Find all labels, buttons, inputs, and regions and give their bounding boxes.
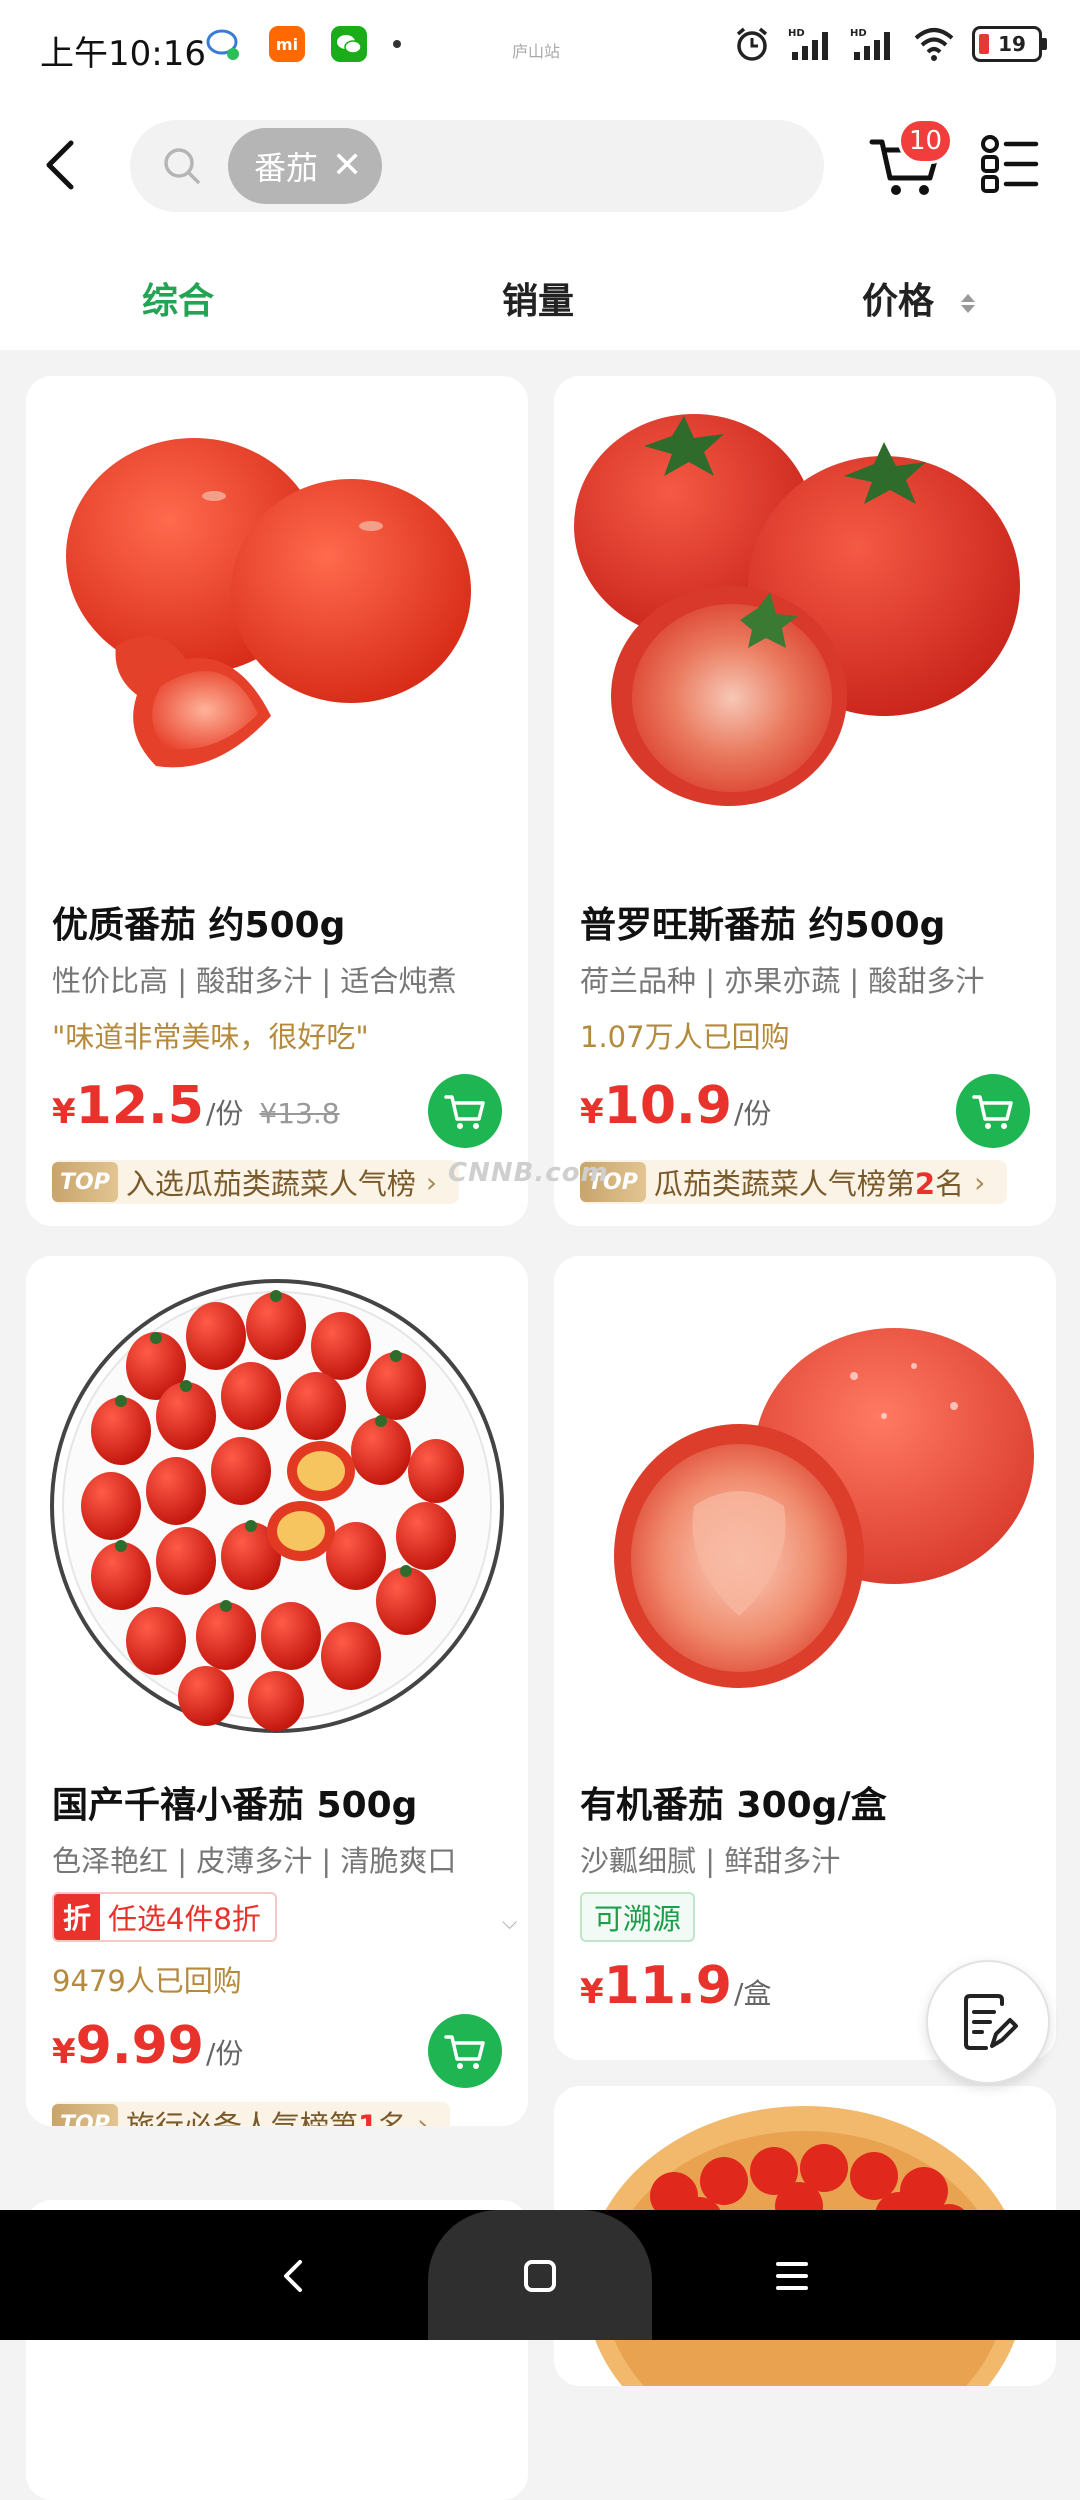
currency-symbol: ¥	[580, 1092, 604, 1132]
battery-indicator: 19	[972, 26, 1047, 62]
back-button[interactable]	[30, 130, 90, 200]
discount-badge: 折	[54, 1894, 100, 1940]
product-title: 国产千禧小番茄 500g	[52, 1785, 418, 1826]
product-card[interactable]: 优质番茄 约500g 性价比高 | 酸甜多汁 | 适合炖煮 "味道非常美味，很好…	[26, 376, 528, 1226]
top-badge: TOP	[52, 1162, 118, 1202]
price-unit: /份	[733, 1097, 772, 1130]
sort-tabs: 综合 销量 价格	[0, 250, 1080, 350]
station-label: 庐山站	[512, 42, 561, 61]
alarm-icon	[736, 27, 768, 61]
system-icons: HD HD 19	[732, 24, 1047, 64]
product-title: 优质番茄 约500g	[52, 905, 346, 946]
price-row: ¥ 11.9 /盒	[580, 1956, 771, 2016]
tab-price-label: 价格	[862, 281, 935, 322]
tab-sales[interactable]: 销量	[502, 272, 574, 324]
price-row: ¥ 9.99 /份	[52, 2016, 243, 2076]
product-price: 10.9	[603, 1076, 732, 1136]
product-image	[614, 1328, 1034, 1688]
currency-symbol: ¥	[580, 1972, 604, 2012]
repurchase-count: 9479人已回购	[52, 1964, 242, 1998]
price-unit: /盒	[733, 1977, 772, 2010]
product-tags: 性价比高 | 酸甜多汁 | 适合炖煮	[52, 964, 457, 998]
cart-icon	[444, 2035, 485, 2069]
price-unit: /份	[205, 1097, 244, 1130]
product-title: 有机番茄 300g/盒	[580, 1785, 887, 1826]
product-image	[66, 438, 471, 768]
search-header: 番茄 ✕ 10 综合 销量 价格	[0, 100, 1080, 350]
signal-icon-2: HD	[850, 28, 890, 60]
status-bar: 上午10:16 mi 庐山站 HD HD 19	[0, 0, 1080, 100]
mi-icon: mi	[269, 26, 305, 62]
chevron-right-icon: ›	[425, 1165, 438, 1199]
product-tags: 色泽艳红 | 皮薄多汁 | 清脆爽口	[52, 1844, 457, 1878]
list-menu-button[interactable]	[980, 134, 1040, 194]
chat-bubble-icon	[206, 29, 239, 60]
search-icon	[164, 148, 200, 184]
original-price: ¥13.8	[259, 1097, 340, 1130]
chevron-down-icon[interactable]: ⌵	[502, 1910, 517, 1934]
status-time: 上午10:16	[40, 34, 206, 74]
clear-keyword-icon[interactable]: ✕	[332, 148, 362, 184]
notification-icons: mi	[205, 26, 401, 62]
search-keyword: 番茄	[254, 149, 319, 187]
chevron-left-icon	[46, 140, 74, 190]
more-notifications-dot	[393, 40, 401, 48]
cart-icon	[444, 1095, 485, 1129]
promotion-tag[interactable]: 折 任选4件8折	[52, 1892, 277, 1942]
wechat-icon	[331, 26, 367, 62]
product-card[interactable]: 有机番茄 300g/盒 沙瓤细腻 | 鲜甜多汁 可溯源 ¥ 11.9 /盒	[554, 1256, 1056, 2060]
tab-comprehensive[interactable]: 综合	[142, 272, 214, 324]
top-badge: TOP	[52, 2104, 118, 2126]
product-card[interactable]: 普罗旺斯番茄 约500g 荷兰品种 | 亦果亦蔬 | 酸甜多汁 1.07万人已回…	[554, 376, 1056, 1226]
ranking-text: 瓜茄类蔬菜人气榜第2名	[653, 1167, 965, 1201]
add-to-cart-button[interactable]	[428, 1074, 502, 1148]
product-card[interactable]: 国产千禧小番茄 500g 色泽艳红 | 皮薄多汁 | 清脆爽口 折 任选4件8折…	[26, 1256, 528, 2126]
system-navigation-bar	[0, 2210, 1080, 2340]
tab-price[interactable]: 价格	[862, 272, 975, 324]
product-image	[50, 1279, 504, 1733]
nav-home-icon[interactable]	[522, 2258, 558, 2294]
ranking-text: 旅行必备人气榜第1名	[125, 2109, 408, 2126]
promotion-text: 任选4件8折	[108, 1902, 261, 1936]
edit-note-icon	[964, 1994, 1018, 2050]
price-row: ¥ 12.5 /份 ¥13.8	[52, 1076, 340, 1136]
traceable-badge: 可溯源	[580, 1892, 696, 1942]
repurchase-count: 1.07万人已回购	[580, 1020, 790, 1054]
nav-menu-icon[interactable]	[774, 2260, 810, 2292]
chevron-right-icon: ›	[417, 2107, 429, 2127]
product-tags: 荷兰品种 | 亦果亦蔬 | 酸甜多汁	[580, 964, 985, 998]
add-to-cart-button[interactable]	[428, 2014, 502, 2088]
product-image	[574, 414, 1020, 806]
product-title: 普罗旺斯番茄 约500g	[580, 905, 946, 946]
currency-symbol: ¥	[52, 2032, 76, 2072]
ranking-banner[interactable]: TOP 入选瓜茄类蔬菜人气榜 ›	[52, 1160, 460, 1204]
currency-symbol: ¥	[52, 1092, 76, 1132]
ranking-text: 入选瓜茄类蔬菜人气榜	[125, 1167, 416, 1201]
search-keyword-chip[interactable]: 番茄 ✕	[228, 128, 383, 204]
product-review: "味道非常美味，很好吃"	[52, 1020, 369, 1054]
search-input[interactable]: 番茄 ✕	[130, 120, 824, 212]
product-price: 9.99	[75, 2016, 204, 2076]
sort-arrows-icon	[960, 293, 975, 313]
signal-icon: HD	[788, 28, 828, 60]
product-price: 11.9	[603, 1956, 732, 2016]
svg-text:HD: HD	[788, 28, 805, 39]
wifi-icon	[914, 28, 954, 61]
add-to-cart-button[interactable]	[956, 1074, 1030, 1148]
cart-count-badge: 10	[898, 118, 954, 164]
feedback-button[interactable]	[926, 1960, 1050, 2084]
cart-icon	[972, 1095, 1013, 1129]
chevron-right-icon: ›	[974, 1165, 986, 1199]
ranking-banner[interactable]: TOP 旅行必备人气榜第1名 ›	[52, 2102, 451, 2127]
product-price: 12.5	[75, 1076, 204, 1136]
nav-back-icon[interactable]	[278, 2258, 308, 2294]
price-unit: /份	[205, 2037, 244, 2070]
watermark: CNNB.com	[448, 1158, 609, 1188]
svg-text:HD: HD	[850, 28, 867, 39]
price-row: ¥ 10.9 /份	[580, 1076, 771, 1136]
list-menu-icon	[981, 135, 1039, 193]
ranking-banner[interactable]: TOP 瓜茄类蔬菜人气榜第2名 ›	[580, 1160, 1008, 1204]
product-tags: 沙瓤细腻 | 鲜甜多汁	[580, 1844, 841, 1878]
